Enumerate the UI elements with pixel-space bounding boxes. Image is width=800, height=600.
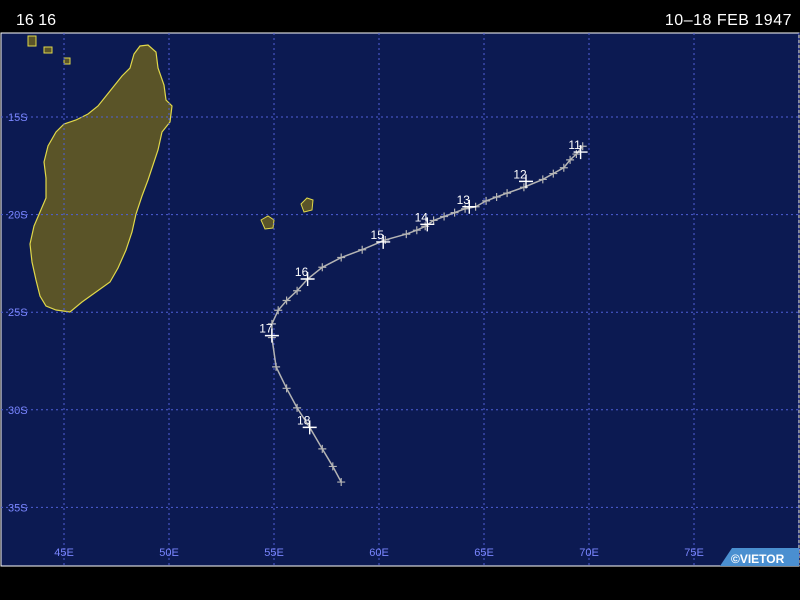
lat-label: 25S	[8, 307, 28, 319]
lon-label: 70E	[579, 547, 599, 559]
day-label: 18	[297, 413, 311, 427]
day-label: 11	[568, 138, 581, 152]
credit-text: ©VIETOR	[731, 552, 785, 566]
comoros-island	[27, 35, 37, 47]
day-label: 13	[457, 193, 471, 207]
lat-label: 15S	[8, 112, 28, 124]
day-label: 12	[513, 167, 527, 181]
cyclone-track-map: 15S20S25S30S35S 45E50E55E60E65E70E75E80E…	[0, 32, 800, 567]
day-label: 14	[415, 210, 429, 224]
lon-label: 55E	[264, 547, 284, 559]
lat-label: 20S	[8, 210, 28, 222]
day-label: 16	[295, 265, 309, 279]
lon-label: 75E	[684, 547, 704, 559]
lon-label: 50E	[159, 547, 179, 559]
comoros-island	[43, 46, 53, 54]
lon-label: 45E	[54, 547, 74, 559]
day-label: 17	[259, 322, 273, 336]
lon-label: 65E	[474, 547, 494, 559]
lat-label: 30S	[8, 405, 28, 417]
lon-label: 60E	[369, 547, 389, 559]
credit-badge: ©VIETOR	[720, 548, 799, 566]
lat-label: 35S	[8, 502, 28, 514]
day-label: 15	[371, 228, 385, 242]
comoros-island	[63, 57, 71, 65]
